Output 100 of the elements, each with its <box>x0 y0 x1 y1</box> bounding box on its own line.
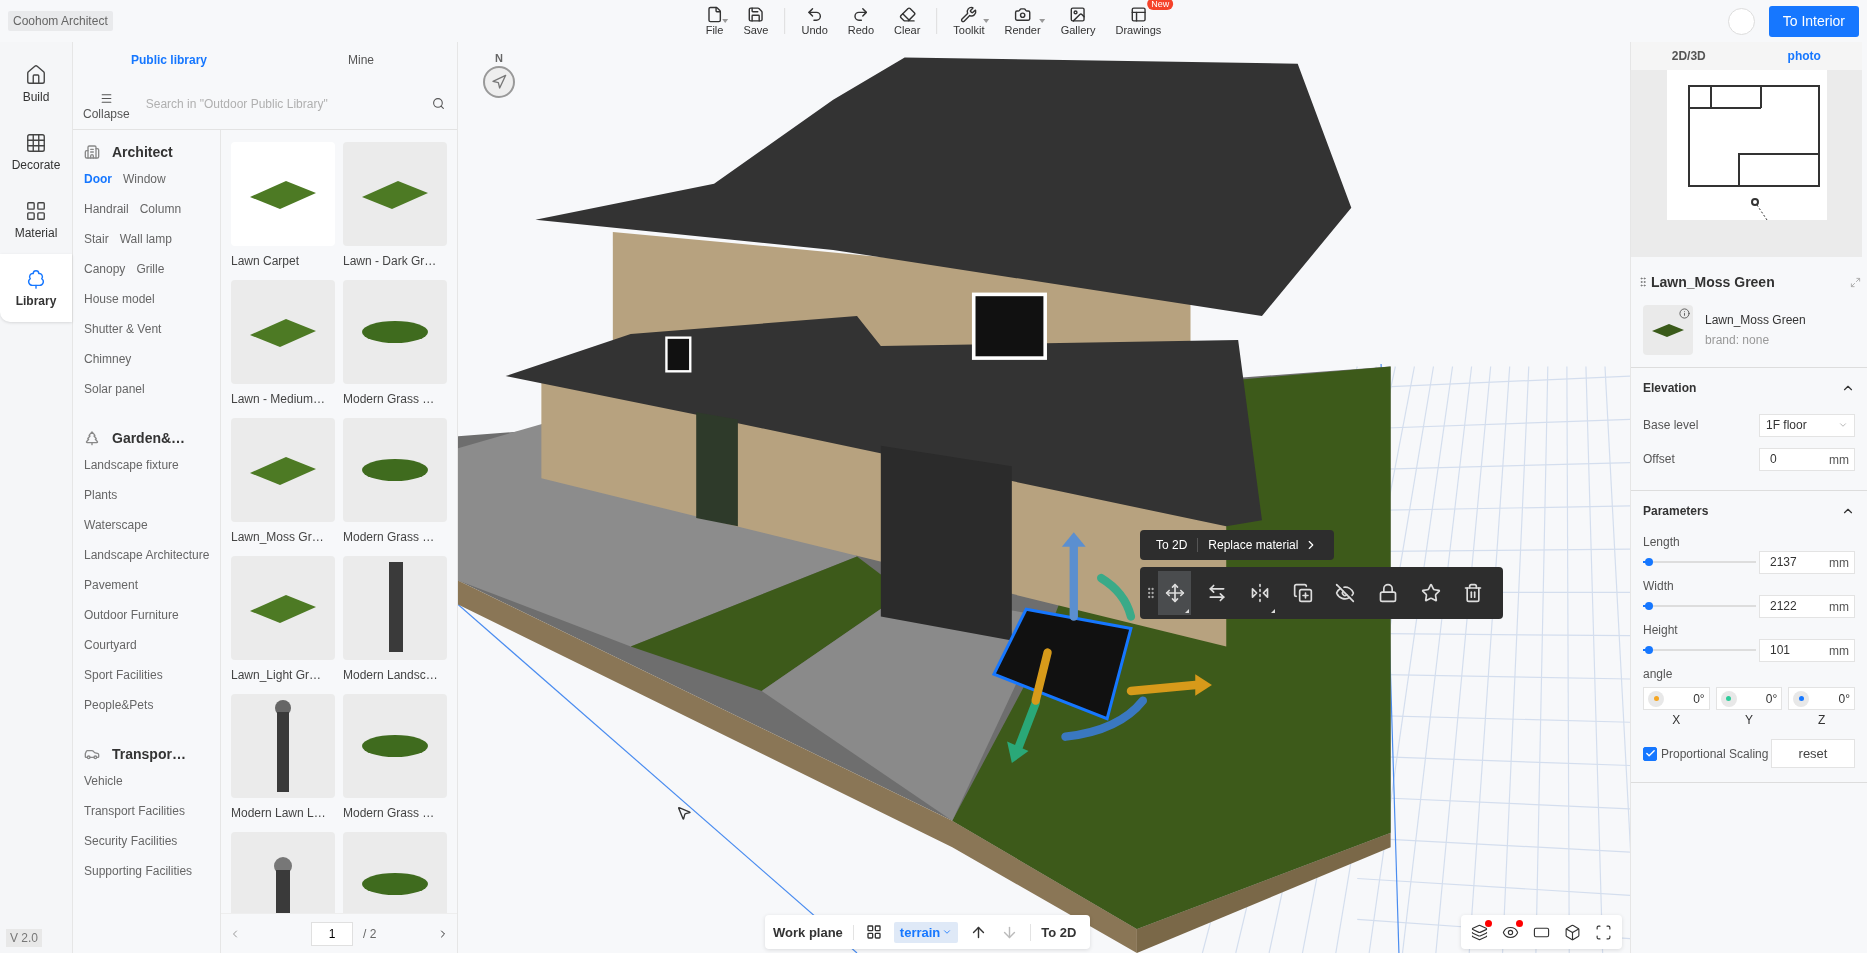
category-item[interactable]: Outdoor Furniture <box>84 607 179 623</box>
page-total: / 2 <box>363 926 378 941</box>
category-item[interactable]: Vehicle <box>84 773 123 789</box>
product-name: Lawn - Medium… <box>231 392 327 406</box>
new-badge: New <box>1147 0 1174 10</box>
field-label: Height <box>1643 623 1679 637</box>
layers-icon <box>1471 923 1488 941</box>
category-item[interactable]: Solar panel <box>84 381 145 397</box>
base-level-select[interactable]: 1F floor <box>1759 413 1855 437</box>
rail-tab[interactable]: Material <box>0 186 72 254</box>
move-handle[interactable] <box>1031 648 1052 705</box>
focus-icon <box>1595 923 1612 941</box>
product-name: Modern Grass … <box>343 806 436 820</box>
north-arrow-icon <box>491 74 507 90</box>
category-item[interactable]: Column <box>139 201 182 217</box>
toolbar-button[interactable]: Redo <box>839 4 883 38</box>
product-name: Modern Lawn L… <box>231 806 327 820</box>
category-item[interactable]: People&Pets <box>84 697 154 713</box>
toolbar-button[interactable]: Render <box>996 4 1049 38</box>
tree-icon <box>84 430 100 446</box>
rotate-arc[interactable] <box>1097 573 1136 621</box>
category-item[interactable]: Shutter & Vent <box>84 321 162 337</box>
slider-thumb[interactable] <box>1644 646 1653 654</box>
category-item[interactable]: Pavement <box>84 577 139 593</box>
to-interior-button[interactable]: To Interior <box>1768 5 1859 37</box>
camera-icon <box>1014 6 1032 23</box>
axis-label: X <box>1672 713 1681 727</box>
category-item[interactable]: Wall lamp <box>119 231 172 247</box>
axis-label: Y <box>1745 713 1753 727</box>
slider-thumb[interactable] <box>1644 602 1653 610</box>
rotate-arc[interactable] <box>1061 696 1148 741</box>
source-tab[interactable]: Mine <box>265 52 457 68</box>
round-lawn-image <box>360 457 430 483</box>
search-field[interactable]: Search in "Outdoor Public Library" <box>143 95 426 112</box>
reset-button[interactable]: reset <box>1771 739 1855 768</box>
toolbar-button[interactable]: File <box>697 4 732 38</box>
angle-input[interactable]: 0° <box>1788 687 1855 710</box>
angle-input[interactable]: 0° <box>1643 687 1710 710</box>
category-item[interactable]: Grille <box>136 261 165 277</box>
category-item[interactable]: Chimney <box>84 351 132 367</box>
floor-plan-drawing[interactable] <box>1666 70 1827 220</box>
angle-input[interactable]: 0° <box>1715 687 1783 710</box>
view-tab[interactable]: 2D/3D <box>1631 48 1747 64</box>
category-item[interactable]: Stair <box>84 231 109 247</box>
dimension-slider[interactable] <box>1643 558 1756 566</box>
info-icon[interactable] <box>1679 308 1690 319</box>
rail-tab[interactable]: Decorate <box>0 118 72 186</box>
category-item[interactable]: House model <box>84 291 155 307</box>
category-item[interactable]: Transport Facilities <box>84 803 185 819</box>
category-item[interactable]: Window <box>123 171 166 187</box>
collapse-button[interactable]: Collapse <box>83 92 130 121</box>
rail-tab[interactable]: Build <box>0 50 72 118</box>
round-lawn-image <box>360 871 430 897</box>
cube-icon <box>1564 923 1581 941</box>
category-item[interactable]: Security Facilities <box>84 833 178 849</box>
category-item[interactable]: Supporting Facilities <box>84 863 193 879</box>
category-item[interactable]: Handrail <box>84 201 129 217</box>
grid-icon <box>25 132 47 154</box>
caret-icon <box>1838 420 1848 430</box>
selected-lawn-tile[interactable] <box>991 607 1133 721</box>
dimension-slider[interactable] <box>1643 602 1756 610</box>
category-item[interactable]: Sport Facilities <box>84 667 163 683</box>
rail-tab[interactable]: Library <box>0 254 72 322</box>
compass-icon[interactable] <box>483 66 515 98</box>
category-item[interactable]: Plants <box>84 487 118 503</box>
object-tool-button[interactable] <box>1157 571 1192 615</box>
toolbar-button[interactable]: Clear <box>886 4 929 38</box>
category-item[interactable]: Waterscape <box>84 517 148 533</box>
elevation-section-header[interactable]: Elevation <box>1643 368 1855 408</box>
to-2d-button[interactable]: To 2D <box>1030 923 1083 941</box>
toolbar-button[interactable]: Gallery <box>1052 4 1104 38</box>
toolbar-button[interactable]: Undo <box>793 4 836 38</box>
category-item[interactable]: Canopy <box>84 261 126 277</box>
view-tool-button[interactable] <box>1564 923 1581 941</box>
source-tab[interactable]: Public library <box>73 52 265 68</box>
slider-thumb[interactable] <box>1644 558 1653 566</box>
layout-icon <box>1129 6 1147 23</box>
category-item[interactable]: Landscape Architecture <box>84 547 210 563</box>
field-label: Base level <box>1643 418 1699 432</box>
category-item[interactable]: Landscape fixture <box>84 457 179 473</box>
house-icon <box>25 64 47 86</box>
category-item[interactable]: Courtyard <box>84 637 137 653</box>
search-icon[interactable] <box>432 97 445 110</box>
move-arrow[interactable] <box>1126 674 1212 696</box>
context-action-button[interactable]: To 2D <box>1146 538 1198 552</box>
toolbar-button[interactable]: Toolkit <box>945 4 993 38</box>
drag-handle-icon[interactable] <box>1637 276 1649 288</box>
building-icon <box>84 144 100 160</box>
hide-icon <box>1335 583 1356 603</box>
parameters-section-header[interactable]: Parameters <box>1643 491 1855 531</box>
view-tool-button[interactable] <box>1595 923 1612 941</box>
tiles-icon <box>25 200 47 222</box>
proportional-scaling-checkbox[interactable]: Proportional Scaling <box>1643 746 1769 761</box>
unit-label: mm <box>1829 555 1849 570</box>
page-input[interactable]: 1 <box>311 921 353 946</box>
toolbar-button[interactable]: Save <box>735 4 777 38</box>
view-tab[interactable]: photo <box>1746 48 1862 64</box>
category-item[interactable]: Door <box>84 171 112 187</box>
dimension-slider[interactable] <box>1643 646 1756 654</box>
context-action-button[interactable]: Replace material <box>1197 538 1329 552</box>
